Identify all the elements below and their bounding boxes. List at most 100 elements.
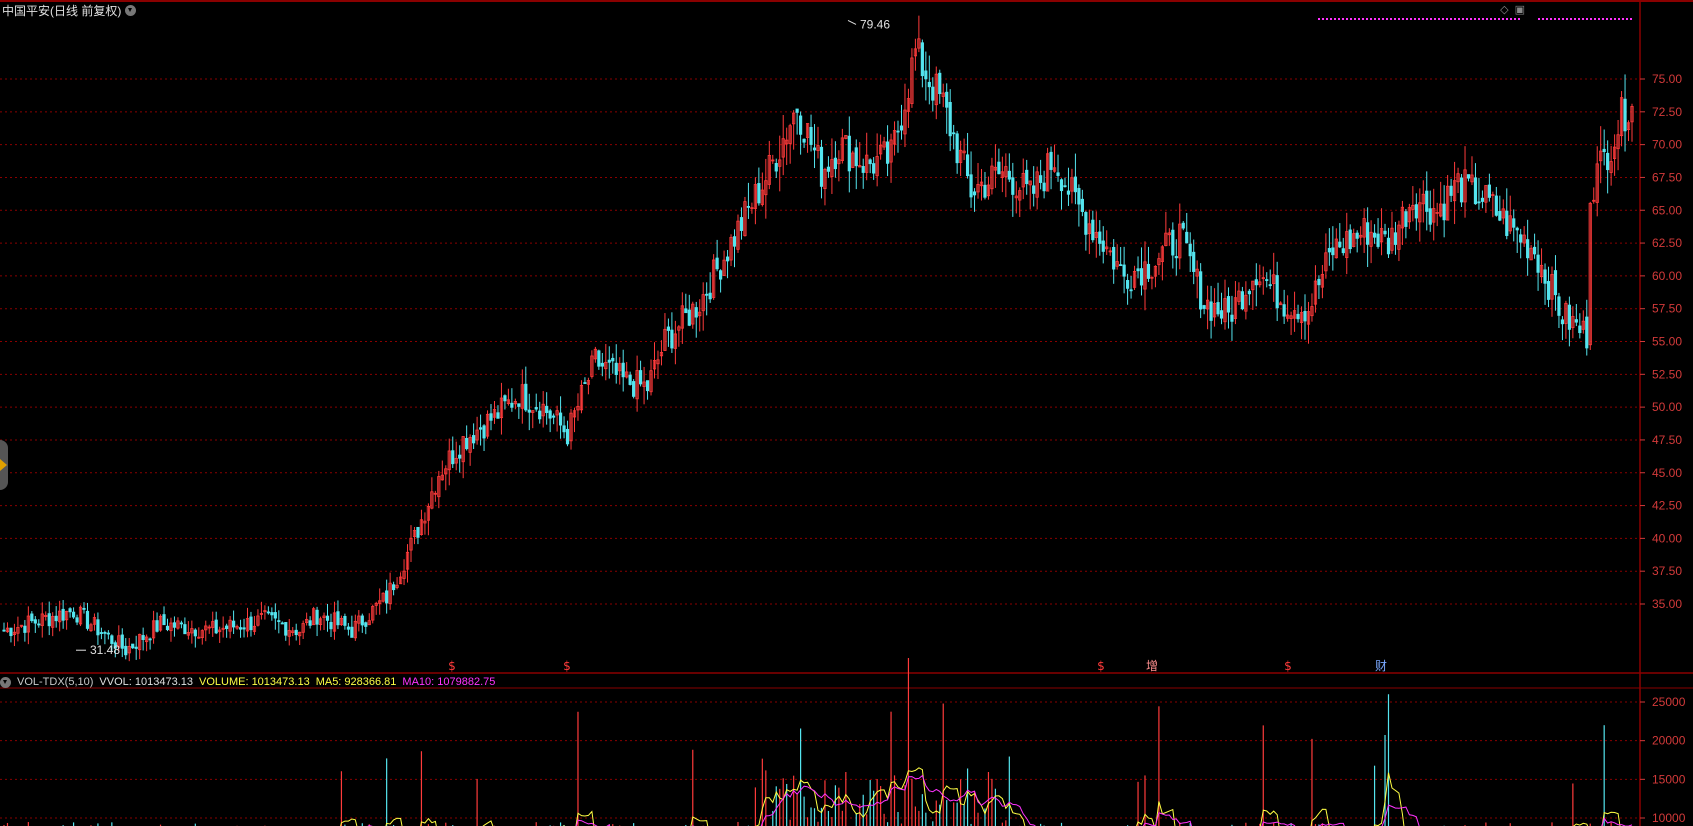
candle-body[interactable] [1338,241,1342,248]
candle-body[interactable] [924,70,928,80]
event-markers[interactable]: $ $ $ 增 $ 财 [448,659,1387,673]
candle-body[interactable] [61,608,65,621]
candle-body[interactable] [1032,185,1036,194]
candle-body[interactable] [1466,174,1471,179]
candle-body[interactable] [364,622,368,627]
candle-body[interactable] [965,154,970,177]
candle-body[interactable] [1282,304,1286,317]
candle-body[interactable] [266,611,270,614]
candle-body[interactable] [684,308,688,314]
candle-body[interactable] [308,620,312,626]
candle-body[interactable] [103,632,107,634]
candle-body[interactable] [1230,314,1234,322]
candle-body[interactable] [2,629,6,632]
candle-body[interactable] [538,410,542,420]
candle-body[interactable] [1526,239,1530,259]
candle-body[interactable] [1066,190,1071,195]
candle-body[interactable] [131,643,135,649]
candle-body[interactable] [242,627,246,630]
candle-body[interactable] [1480,197,1485,202]
candle-body[interactable] [1296,313,1300,320]
candle-body[interactable] [548,410,552,419]
candle-body[interactable] [1459,177,1464,203]
candle-body[interactable] [1404,211,1408,227]
candle-body[interactable] [725,256,730,262]
candle-body[interactable] [600,362,604,367]
candle-body[interactable] [68,608,72,613]
candle-body[interactable] [757,183,761,204]
candle-body[interactable] [597,350,601,367]
candle-body[interactable] [416,526,420,538]
candle-body[interactable] [489,413,493,421]
candle-body[interactable] [802,138,806,143]
candle-body[interactable] [638,370,643,385]
candle-body[interactable] [819,146,824,187]
candle-body[interactable] [718,270,723,280]
candle-body[interactable] [931,86,935,101]
candle-body[interactable] [1560,319,1565,325]
candle-body[interactable] [1188,243,1192,257]
candle-body[interactable] [1543,269,1547,284]
candle-body[interactable] [30,613,34,622]
candle-body[interactable] [336,611,340,626]
candle-body[interactable] [708,292,712,300]
candle-body[interactable] [1185,231,1189,244]
candle-body[interactable] [1119,264,1123,267]
candle-body[interactable] [645,380,650,392]
candle-body[interactable] [1574,319,1578,323]
candle-body[interactable] [1317,278,1321,286]
candle-body[interactable] [1059,179,1064,192]
candle-body[interactable] [1519,234,1523,243]
candle-body[interactable] [746,206,751,208]
candle-body[interactable] [611,357,615,362]
candle-body[interactable] [284,622,288,636]
candle-body[interactable] [799,115,803,135]
candle-body[interactable] [1606,152,1610,171]
candle-body[interactable] [1477,201,1481,204]
candle-body[interactable] [1098,231,1102,244]
candle-body[interactable] [179,622,184,625]
event-marker[interactable]: $ [448,659,456,673]
title-dropdown-icon[interactable] [125,5,137,16]
candle-body[interactable] [294,629,298,636]
candle-body[interactable] [134,646,138,649]
candle-body[interactable] [1146,263,1151,279]
window-icon[interactable]: ▣ [1515,3,1525,16]
candle-body[interactable] [1505,210,1509,236]
candle-body[interactable] [1515,227,1519,231]
candle-body[interactable] [969,174,973,198]
candle-body[interactable] [1129,289,1133,292]
candle-body[interactable] [96,619,100,636]
candle-body[interactable] [1042,182,1046,192]
candle-body[interactable] [666,326,671,331]
candle-body[interactable] [1557,296,1561,316]
candle-body[interactable] [71,611,76,618]
candle-body[interactable] [1585,316,1589,349]
candle-body[interactable] [343,615,347,626]
candle-body[interactable] [1063,185,1067,188]
candle-body[interactable] [33,619,37,624]
candle-body[interactable] [632,381,636,397]
candle-body[interactable] [1073,176,1078,193]
candle-body[interactable] [1348,229,1352,250]
candle-body[interactable] [9,627,13,637]
candle-body[interactable] [315,609,319,625]
candle-body[interactable] [833,157,837,170]
candle-body[interactable] [868,159,872,165]
candle-body[interactable] [854,147,858,167]
candle-body[interactable] [558,412,563,426]
candle-body[interactable] [972,191,977,196]
candle-body[interactable] [614,362,618,375]
candle-body[interactable] [1512,218,1516,228]
candle-body[interactable] [346,626,350,630]
candle-body[interactable] [527,409,531,413]
candle-body[interactable] [472,435,476,444]
indicator-name[interactable]: VOL-TDX(5,10) [17,676,93,688]
candle-body[interactable] [478,427,483,430]
indicator-dropdown-icon[interactable] [0,676,11,688]
candle-body[interactable] [1425,190,1429,212]
candle-body[interactable] [920,42,924,77]
candle-body[interactable] [1567,304,1571,330]
candle-body[interactable] [1254,279,1258,286]
candle-body[interactable] [1449,185,1453,196]
